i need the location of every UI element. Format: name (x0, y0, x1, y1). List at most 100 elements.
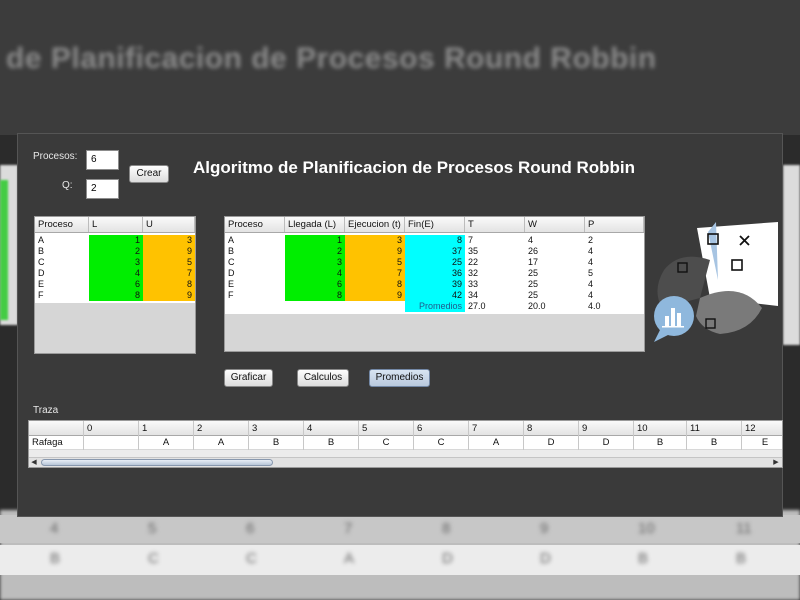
table-cell[interactable]: 7 (143, 268, 195, 279)
table-cell[interactable]: 36 (405, 268, 465, 279)
input-table[interactable]: Proceso L U A13B29C35D47E68F89 (34, 216, 196, 354)
table-cell[interactable]: 25 (525, 268, 585, 279)
table-cell[interactable]: 37 (405, 246, 465, 257)
trace-cell[interactable]: A (139, 436, 194, 450)
table-cell[interactable]: 3 (89, 257, 143, 268)
table-cell[interactable]: F (35, 290, 89, 301)
col-header-proceso[interactable]: Proceso (35, 217, 89, 232)
table-cell[interactable]: 8 (143, 279, 195, 290)
trace-col-header[interactable]: 4 (304, 421, 359, 436)
trace-col-header[interactable]: 11 (687, 421, 742, 436)
procesos-input[interactable]: 6 (86, 150, 119, 170)
table-cell[interactable]: 5 (143, 257, 195, 268)
table-cell[interactable]: 35 (465, 246, 525, 257)
table-cell[interactable]: C (35, 257, 89, 268)
table-cell[interactable]: 33 (465, 279, 525, 290)
table-cell[interactable]: 7 (345, 268, 405, 279)
table-cell[interactable]: 8 (345, 279, 405, 290)
table-cell[interactable]: 26 (525, 246, 585, 257)
table-cell[interactable]: 3 (285, 257, 345, 268)
trace-cell[interactable]: B (304, 436, 359, 450)
table-cell[interactable]: D (35, 268, 89, 279)
table-cell[interactable]: 2 (89, 246, 143, 257)
table-cell[interactable]: B (225, 246, 285, 257)
crear-button[interactable]: Crear (129, 165, 169, 183)
calculos-button[interactable]: Calculos (297, 369, 349, 387)
table-cell[interactable]: 25 (525, 279, 585, 290)
table-cell[interactable]: C (225, 257, 285, 268)
trace-table[interactable]: 0 1 2 3 4 5 6 7 8 9 10 11 12 Rafaga A A B B C C A D D B B E ◀ ▶ (28, 420, 783, 468)
table-cell[interactable]: 39 (405, 279, 465, 290)
q-input[interactable]: 2 (86, 179, 119, 199)
trace-cell[interactable] (84, 436, 139, 450)
table-cell[interactable]: A (35, 235, 89, 246)
col-header-u[interactable]: U (143, 217, 195, 232)
trace-cell[interactable]: D (524, 436, 579, 450)
table-cell[interactable]: 4 (585, 279, 644, 290)
table-cell[interactable]: 8 (89, 290, 143, 301)
col-header-t[interactable]: T (465, 217, 525, 232)
trace-col-header[interactable]: 12 (742, 421, 782, 436)
trace-cell[interactable]: C (359, 436, 414, 450)
table-cell[interactable]: 5 (345, 257, 405, 268)
table-cell[interactable]: 4 (585, 290, 644, 301)
table-cell[interactable]: E (225, 279, 285, 290)
col-header-w[interactable]: W (525, 217, 585, 232)
trace-col-header[interactable]: 0 (84, 421, 139, 436)
table-cell[interactable]: 25 (405, 257, 465, 268)
table-cell[interactable]: 1 (285, 235, 345, 246)
table-cell[interactable]: 3 (143, 235, 195, 246)
trace-cell[interactable]: E (742, 436, 782, 450)
table-cell[interactable]: 17 (525, 257, 585, 268)
trace-cell[interactable]: B (687, 436, 742, 450)
table-cell[interactable]: 2 (285, 246, 345, 257)
table-cell[interactable]: 4 (285, 268, 345, 279)
trace-col-header[interactable]: 6 (414, 421, 469, 436)
trace-col-header[interactable]: 10 (634, 421, 687, 436)
table-cell[interactable]: 4 (525, 235, 585, 246)
table-cell[interactable]: 3 (345, 235, 405, 246)
table-cell[interactable]: E (35, 279, 89, 290)
table-cell[interactable]: 4 (585, 257, 644, 268)
table-cell[interactable]: 8 (285, 290, 345, 301)
trace-cell[interactable]: C (414, 436, 469, 450)
col-header-fin[interactable]: Fin(E) (405, 217, 465, 232)
horizontal-scrollbar[interactable]: ◀ ▶ (29, 457, 782, 467)
promedios-button[interactable]: Promedios (369, 369, 430, 387)
results-table[interactable]: Proceso Llegada (L) Ejecucion (t) Fin(E)… (224, 216, 645, 352)
table-cell[interactable]: F (225, 290, 285, 301)
scroll-left-icon[interactable]: ◀ (29, 458, 39, 467)
trace-cell[interactable]: A (194, 436, 249, 450)
table-cell[interactable]: 5 (585, 268, 644, 279)
col-header-proceso[interactable]: Proceso (225, 217, 285, 232)
table-cell[interactable]: 6 (89, 279, 143, 290)
col-header-ejecucion[interactable]: Ejecucion (t) (345, 217, 405, 232)
table-cell[interactable]: 9 (143, 290, 195, 301)
col-header-llegada[interactable]: Llegada (L) (285, 217, 345, 232)
table-cell[interactable]: B (35, 246, 89, 257)
table-cell[interactable]: 2 (585, 235, 644, 246)
scroll-right-icon[interactable]: ▶ (771, 458, 781, 467)
table-cell[interactable]: A (225, 235, 285, 246)
trace-cell[interactable]: A (469, 436, 524, 450)
trace-cell[interactable]: B (249, 436, 304, 450)
table-cell[interactable]: 4 (89, 268, 143, 279)
table-cell[interactable]: 9 (345, 290, 405, 301)
table-cell[interactable]: 6 (285, 279, 345, 290)
table-cell[interactable]: 9 (345, 246, 405, 257)
trace-col-header[interactable] (29, 421, 84, 436)
table-cell[interactable]: 34 (465, 290, 525, 301)
trace-col-header[interactable]: 5 (359, 421, 414, 436)
table-cell[interactable]: 7 (465, 235, 525, 246)
table-cell[interactable]: 42 (405, 290, 465, 301)
table-cell[interactable]: 22 (465, 257, 525, 268)
trace-col-header[interactable]: 1 (139, 421, 194, 436)
col-header-p[interactable]: P (585, 217, 644, 232)
trace-col-header[interactable]: 2 (194, 421, 249, 436)
table-cell[interactable]: 25 (525, 290, 585, 301)
trace-col-header[interactable]: 3 (249, 421, 304, 436)
scrollbar-thumb[interactable] (41, 459, 273, 466)
trace-cell[interactable]: D (579, 436, 634, 450)
table-cell[interactable]: 1 (89, 235, 143, 246)
table-cell[interactable]: 4 (585, 246, 644, 257)
